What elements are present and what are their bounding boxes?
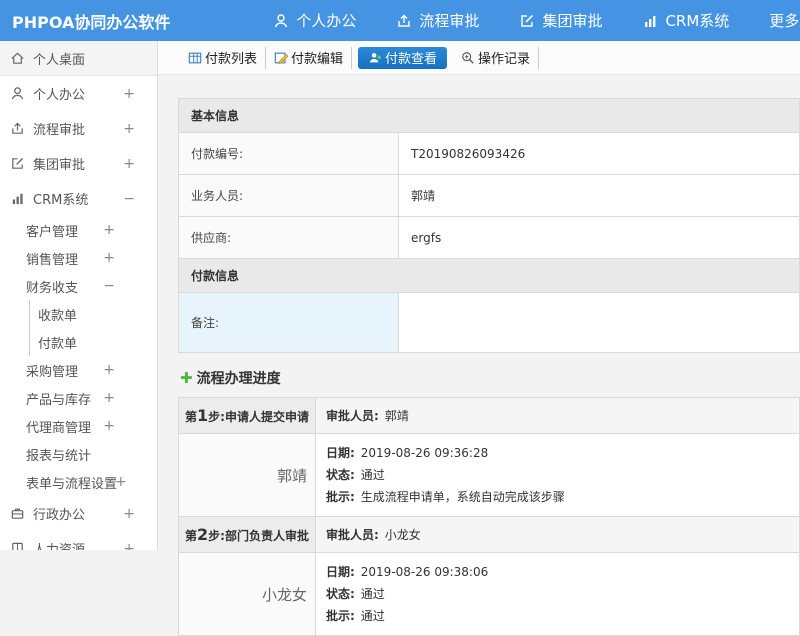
sidebar-item-desktop[interactable]: 个人桌面 bbox=[0, 41, 157, 76]
collapse-icon[interactable]: − bbox=[103, 278, 157, 294]
workflow-steps-table: 第1步:申请人提交申请 审批人员:郭靖 郭靖 日期:2019-08-26 09:… bbox=[178, 397, 800, 636]
sidebar: 个人桌面 个人办公 + 流程审批 + 集团审批 + CRM系统 − 客户管理 +… bbox=[0, 41, 158, 550]
step-1-title: 第1步:申请人提交申请 bbox=[179, 398, 316, 434]
payment-no-value: T20190826093426 bbox=[399, 133, 800, 175]
expand-icon[interactable]: + bbox=[103, 250, 157, 266]
sidebar-sublist-finance: 收款单 付款单 bbox=[29, 300, 157, 356]
tab-payment-list[interactable]: 付款列表 bbox=[180, 47, 266, 69]
step-2-detail: 日期:2019-08-26 09:38:06 状态:通过 批示:通过 bbox=[315, 553, 799, 636]
nav-more-apps[interactable]: 更多应用 bbox=[752, 10, 800, 31]
home-icon bbox=[10, 51, 26, 66]
sidebar-item-group-approval[interactable]: 集团审批 + bbox=[0, 146, 157, 181]
book-icon bbox=[10, 541, 26, 550]
expand-icon[interactable]: + bbox=[103, 362, 157, 378]
main-area: 付款列表 付款编辑 付款查看 操作记录 基本信息 bbox=[158, 41, 800, 550]
plus-icon: ✚ bbox=[180, 371, 193, 386]
section-header-row: 基本信息 bbox=[179, 99, 800, 133]
sidebar-item-finance[interactable]: 财务收支 − bbox=[0, 272, 157, 300]
section-header-row: 付款信息 bbox=[179, 259, 800, 293]
chart-icon bbox=[10, 191, 26, 206]
expand-icon[interactable]: + bbox=[103, 418, 157, 434]
app-logo: PHPOA协同办公软件 bbox=[0, 9, 182, 33]
step-1-approver-name: 郭靖 bbox=[179, 434, 316, 517]
table-icon bbox=[188, 51, 202, 65]
remark-label: 备注: bbox=[179, 293, 399, 353]
step-2-approver-name: 小龙女 bbox=[179, 553, 316, 636]
supplier-label: 供应商: bbox=[179, 217, 399, 259]
table-row: 备注: bbox=[179, 293, 800, 353]
expand-icon[interactable]: + bbox=[123, 541, 157, 551]
sidebar-item-payment-slip[interactable]: 付款单 bbox=[30, 328, 157, 356]
topbar: PHPOA协同办公软件 个人办公 流程审批 集团审批 CRM系统 bbox=[0, 0, 800, 41]
sidebar-item-workflow-approval[interactable]: 流程审批 + bbox=[0, 111, 157, 146]
sidebar-item-customer-mgmt[interactable]: 客户管理 + bbox=[0, 216, 157, 244]
workflow-progress-title: ✚ 流程办理进度 bbox=[180, 368, 800, 388]
person-plus-icon bbox=[368, 51, 382, 65]
expand-icon[interactable]: + bbox=[123, 86, 157, 102]
briefcase-icon bbox=[10, 506, 26, 521]
magnifier-plus-icon bbox=[461, 51, 475, 65]
collapse-icon[interactable]: − bbox=[123, 191, 157, 207]
user-icon bbox=[10, 86, 26, 101]
edit-icon bbox=[519, 13, 535, 29]
section-basic-info: 基本信息 bbox=[179, 99, 800, 133]
tab-payment-view[interactable]: 付款查看 bbox=[358, 47, 447, 69]
payment-info-table: 基本信息 付款编号: T20190826093426 业务人员: 郭靖 供应商:… bbox=[178, 98, 800, 353]
step-1-detail: 日期:2019-08-26 09:36:28 状态:通过 批示:生成流程申请单，… bbox=[315, 434, 799, 517]
edit-icon bbox=[10, 156, 26, 171]
sidebar-item-products-inventory[interactable]: 产品与库存 + bbox=[0, 384, 157, 412]
business-person-label: 业务人员: bbox=[179, 175, 399, 217]
sidebar-item-hr[interactable]: 人力资源 + bbox=[0, 531, 157, 550]
flow-icon bbox=[10, 121, 26, 136]
business-person-value: 郭靖 bbox=[399, 175, 800, 217]
chart-icon bbox=[642, 13, 658, 29]
sidebar-item-crm[interactable]: CRM系统 − bbox=[0, 181, 157, 216]
step-header-row: 第2步:部门负责人审批 审批人员:小龙女 bbox=[179, 517, 800, 553]
expand-icon[interactable]: + bbox=[123, 156, 157, 172]
tab-operation-log[interactable]: 操作记录 bbox=[453, 47, 539, 69]
expand-icon[interactable]: + bbox=[123, 506, 157, 522]
table-row: 供应商: ergfs bbox=[179, 217, 800, 259]
nav-workflow-approval[interactable]: 流程审批 bbox=[379, 10, 496, 31]
step-1-approver: 审批人员:郭靖 bbox=[315, 398, 799, 434]
supplier-value: ergfs bbox=[399, 217, 800, 259]
sidebar-item-purchase-mgmt[interactable]: 采购管理 + bbox=[0, 356, 157, 384]
expand-icon[interactable]: + bbox=[115, 474, 141, 490]
nav-crm-system[interactable]: CRM系统 bbox=[625, 10, 746, 31]
nav-group-approval[interactable]: 集团审批 bbox=[502, 10, 619, 31]
tab-payment-edit[interactable]: 付款编辑 bbox=[266, 47, 352, 69]
step-2-title: 第2步:部门负责人审批 bbox=[179, 517, 316, 553]
sidebar-item-reports-stats[interactable]: 报表与统计 bbox=[0, 440, 157, 468]
step-detail-row: 郭靖 日期:2019-08-26 09:36:28 状态:通过 批示:生成流程申… bbox=[179, 434, 800, 517]
sidebar-item-admin-office[interactable]: 行政办公 + bbox=[0, 496, 157, 531]
step-2-approver: 审批人员:小龙女 bbox=[315, 517, 799, 553]
section-payment-info: 付款信息 bbox=[179, 259, 800, 293]
expand-icon[interactable]: + bbox=[123, 121, 157, 137]
sidebar-item-receipt-slip[interactable]: 收款单 bbox=[30, 300, 157, 328]
top-nav: 个人办公 流程审批 集团审批 CRM系统 更多应用 bbox=[256, 10, 800, 31]
table-row: 付款编号: T20190826093426 bbox=[179, 133, 800, 175]
flow-icon bbox=[396, 13, 412, 29]
expand-icon[interactable]: + bbox=[103, 222, 157, 238]
table-row: 业务人员: 郭靖 bbox=[179, 175, 800, 217]
sidebar-item-agent-mgmt[interactable]: 代理商管理 + bbox=[0, 412, 157, 440]
step-detail-row: 小龙女 日期:2019-08-26 09:38:06 状态:通过 批示:通过 bbox=[179, 553, 800, 636]
content: 基本信息 付款编号: T20190826093426 业务人员: 郭靖 供应商:… bbox=[158, 75, 800, 636]
nav-personal-office[interactable]: 个人办公 bbox=[256, 10, 373, 31]
sidebar-item-form-flow-settings[interactable]: 表单与流程设置 + bbox=[0, 468, 157, 496]
sidebar-item-personal-office[interactable]: 个人办公 + bbox=[0, 76, 157, 111]
user-icon bbox=[273, 13, 289, 29]
tab-bar: 付款列表 付款编辑 付款查看 操作记录 bbox=[158, 41, 800, 75]
edit-pencil-icon bbox=[274, 51, 288, 65]
step-header-row: 第1步:申请人提交申请 审批人员:郭靖 bbox=[179, 398, 800, 434]
expand-icon[interactable]: + bbox=[103, 390, 157, 406]
payment-no-label: 付款编号: bbox=[179, 133, 399, 175]
sidebar-item-sales-mgmt[interactable]: 销售管理 + bbox=[0, 244, 157, 272]
remark-value bbox=[399, 293, 800, 353]
